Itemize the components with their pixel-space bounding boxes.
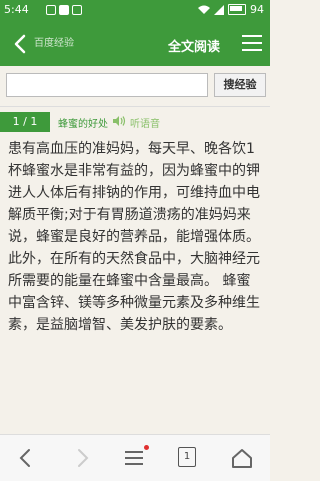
header-ghost-title: 百度经验 xyxy=(34,38,74,49)
fulltext-read-button[interactable]: 全文阅读 xyxy=(168,36,220,55)
search-input[interactable] xyxy=(6,73,208,97)
nav-menu-icon[interactable] xyxy=(122,447,146,469)
status-right: 94 xyxy=(198,3,264,16)
wifi-icon xyxy=(198,5,210,14)
menu-icon[interactable] xyxy=(242,35,262,53)
search-row: 搜经验 xyxy=(0,66,270,107)
status-bar: 5:44 94 xyxy=(0,0,270,22)
tabs-count-button[interactable]: 1 xyxy=(178,447,196,467)
nav-forward-icon[interactable] xyxy=(70,447,94,469)
battery-icon xyxy=(228,4,246,15)
speaker-icon[interactable] xyxy=(112,115,128,127)
search-button[interactable]: 搜经验 xyxy=(214,73,266,97)
status-time: 5:44 xyxy=(4,3,29,16)
article-body: 患有高血压的准妈妈，每天早、晚各饮1杯蜂蜜水是非常有益的，因为蜂蜜中的钾进人人体… xyxy=(8,141,260,333)
back-arrow-icon[interactable] xyxy=(8,31,34,57)
bottom-bar: 1 xyxy=(0,434,270,481)
top-bar: 百度经验 全文阅读 xyxy=(0,22,270,66)
notification-icons xyxy=(46,5,82,15)
nav-back-icon[interactable] xyxy=(14,447,38,469)
notification-dot xyxy=(144,445,149,450)
home-icon[interactable] xyxy=(230,447,254,469)
notification-icon xyxy=(46,5,56,15)
page-row: 1 / 1 蜂蜜的好处 听语音 xyxy=(0,110,270,134)
signal-icon xyxy=(214,4,224,15)
battery-level: 94 xyxy=(250,3,264,16)
notification-icon xyxy=(72,5,82,15)
notification-icon xyxy=(59,5,69,15)
page-indicator: 1 / 1 xyxy=(0,112,50,132)
article-title: 蜂蜜的好处 xyxy=(58,119,108,130)
listen-button[interactable]: 听语音 xyxy=(130,115,160,130)
